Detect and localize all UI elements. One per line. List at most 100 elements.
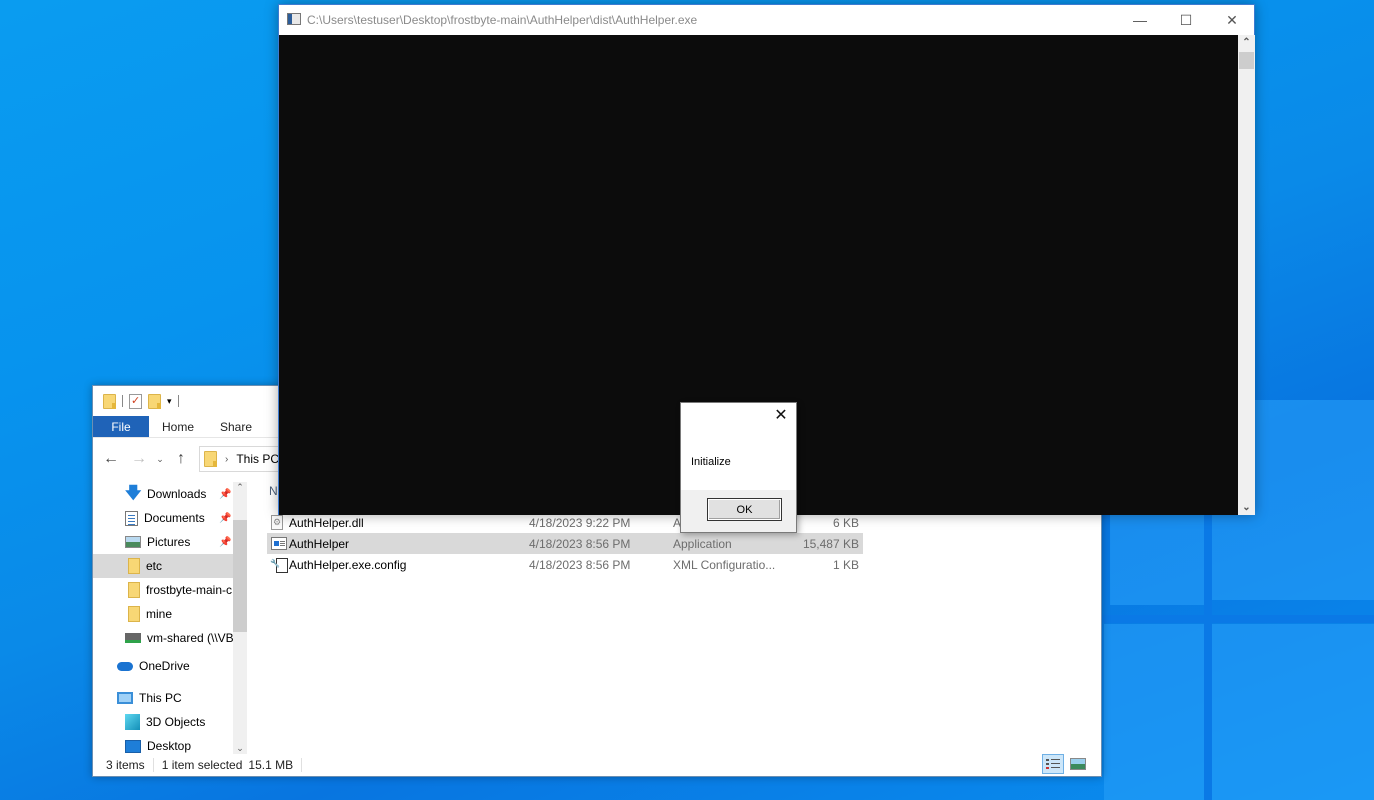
file-size: 6 KB (832, 515, 859, 530)
wallpaper-pane (1212, 624, 1374, 800)
file-date: 4/18/2023 8:56 PM (529, 557, 631, 572)
nav-item-desktop[interactable]: Desktop (93, 734, 233, 754)
scroll-down-icon[interactable]: ⌄ (1238, 502, 1255, 513)
scrollbar-thumb[interactable] (1239, 52, 1254, 69)
file-type: Application (673, 536, 732, 551)
nav-item-etc[interactable]: etc (93, 554, 233, 578)
nav-item-label: Documents (144, 511, 205, 525)
file-row[interactable]: AuthHelper.exe.config 4/18/2023 8:56 PM … (267, 554, 863, 575)
3d-objects-icon (125, 714, 140, 730)
nav-item-onedrive[interactable]: OneDrive (93, 654, 233, 678)
pin-icon: 📌 (219, 512, 232, 524)
application-icon (271, 537, 287, 550)
nav-item-mine[interactable]: mine (93, 602, 233, 626)
dialog-close-button[interactable]: ✕ (772, 407, 790, 425)
customize-qat-button[interactable]: ▾ (167, 396, 172, 407)
nav-item-label: OneDrive (139, 659, 190, 673)
selection-count: 1 item selected (161, 758, 243, 772)
properties-icon[interactable] (129, 393, 142, 409)
status-divider (152, 758, 154, 772)
nav-item-label: Pictures (147, 535, 191, 549)
maximize-button[interactable]: ☐ (1163, 5, 1209, 35)
folder-icon (204, 451, 217, 467)
pin-icon: 📌 (219, 488, 232, 500)
console-titlebar[interactable]: C:\Users\testuser\Desktop\frostbyte-main… (279, 5, 1254, 35)
console-scrollbar[interactable]: ⌃ ⌄ (1238, 35, 1255, 515)
file-name: AuthHelper.exe.config (289, 557, 407, 572)
wallpaper-beam (1102, 615, 1374, 623)
file-size: 1 KB (832, 557, 859, 572)
nav-item-vm-shared[interactable]: vm-shared (\\VB (93, 626, 233, 650)
back-button[interactable]: ← (99, 450, 123, 468)
window-title: C:\Users\testuser\Desktop\frostbyte-main… (307, 13, 698, 27)
view-switcher (1042, 754, 1089, 774)
nav-item-pictures[interactable]: Pictures 📌 (93, 530, 233, 554)
nav-item-label: mine (146, 607, 173, 621)
dialog-message: Initialize (691, 456, 731, 468)
console-app-icon[interactable] (287, 13, 301, 25)
message-box-dialog: ✕ Initialize OK (680, 402, 797, 533)
selection-size: 15.1 MB (248, 758, 294, 772)
folder-icon (128, 582, 140, 598)
large-icons-view-icon (1070, 758, 1086, 770)
nav-item-label: This PC (139, 691, 182, 705)
tab-file[interactable]: File (93, 416, 149, 437)
new-folder-icon[interactable] (148, 393, 161, 409)
recent-locations-button[interactable]: ⌄ (151, 454, 169, 465)
desktop-icon (125, 739, 141, 753)
pin-icon: 📌 (219, 536, 232, 548)
this-pc-icon (117, 692, 133, 704)
breadcrumb-chevron-icon[interactable]: › (225, 454, 228, 465)
item-count: 3 items (106, 758, 145, 772)
scroll-up-icon[interactable]: ⌃ (1238, 37, 1255, 48)
file-row[interactable]: AuthHelper 4/18/2023 8:56 PM Application… (267, 533, 863, 554)
separator (122, 395, 123, 407)
tab-share[interactable]: Share (207, 416, 265, 437)
column-header-name[interactable]: N (269, 484, 278, 498)
separator (177, 395, 179, 407)
folder-icon (128, 606, 140, 622)
minimize-button[interactable]: — (1117, 5, 1163, 35)
navigation-pane-scrollbar[interactable]: ⌃ ⌄ (233, 482, 247, 754)
pictures-icon (125, 536, 141, 548)
scrollbar-thumb[interactable] (233, 520, 247, 632)
up-button[interactable]: ↑ (169, 450, 193, 468)
nav-item-label: etc (146, 559, 163, 573)
nav-item-label: vm-shared (\\VB (147, 631, 233, 645)
status-divider (301, 758, 303, 772)
forward-button[interactable]: → (127, 450, 151, 468)
file-name: AuthHelper (289, 536, 350, 551)
network-drive-icon (125, 633, 141, 643)
large-icons-view-button[interactable] (1067, 754, 1089, 774)
close-button[interactable]: ✕ (1209, 5, 1255, 35)
nav-item-label: Desktop (147, 739, 192, 753)
breadcrumb-this-pc[interactable]: This PC (236, 452, 279, 466)
nav-item-frostbyte-main[interactable]: frostbyte-main-c (93, 578, 233, 602)
nav-item-label: 3D Objects (146, 715, 206, 729)
folder-icon[interactable] (103, 393, 116, 409)
downloads-icon (125, 486, 141, 502)
file-name: AuthHelper.dll (289, 515, 364, 530)
nav-item-3d-objects[interactable]: 3D Objects (93, 710, 233, 734)
nav-item-documents[interactable]: Documents 📌 (93, 506, 233, 530)
scroll-up-icon[interactable]: ⌃ (233, 482, 247, 493)
nav-item-label: frostbyte-main-c (146, 583, 233, 597)
dll-file-icon (271, 515, 283, 530)
status-bar: 3 items 1 item selected 15.1 MB (93, 754, 1101, 776)
scroll-down-icon[interactable]: ⌄ (233, 743, 247, 754)
details-view-icon (1046, 758, 1060, 770)
onedrive-icon (117, 658, 133, 674)
wallpaper-pane (1104, 624, 1204, 800)
dialog-footer: OK (681, 490, 796, 532)
file-date: 4/18/2023 8:56 PM (529, 536, 631, 551)
details-view-button[interactable] (1042, 754, 1064, 774)
nav-item-downloads[interactable]: Downloads 📌 (93, 482, 233, 506)
config-file-icon (270, 557, 288, 573)
file-type: XML Configuratio... (673, 557, 776, 572)
nav-item-this-pc[interactable]: This PC (93, 686, 233, 710)
ok-button[interactable]: OK (707, 498, 782, 521)
folder-icon (128, 558, 140, 574)
navigation-pane: Downloads 📌 Documents 📌 Pictures 📌 etc f… (93, 482, 233, 754)
tab-home[interactable]: Home (149, 416, 207, 437)
nav-item-label: Downloads (147, 487, 207, 501)
